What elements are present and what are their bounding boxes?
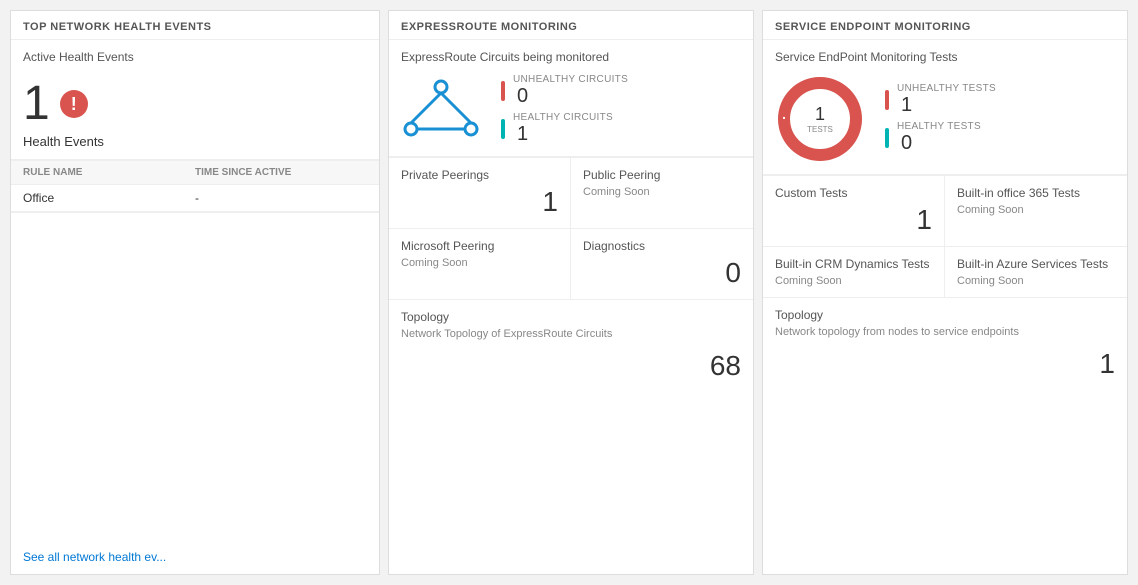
sem-topology[interactable]: Topology Network topology from nodes to …: [763, 298, 1127, 390]
healthy-circuits-label: HEALTHY CIRCUITS 1: [513, 112, 613, 146]
unhealthy-circuits-row: UNHEALTHY CIRCUITS 0: [501, 74, 628, 108]
sem-stats: UNHEALTHY TESTS 1 HEALTHY TESTS 0: [885, 83, 996, 155]
healthy-bar: [501, 119, 505, 139]
table-row: Office -: [11, 185, 379, 212]
er-topology[interactable]: Topology Network Topology of ExpressRout…: [389, 300, 753, 392]
health-label: Health Events: [23, 134, 367, 149]
time-since-active-header: TIME SINCE ACTIVE: [195, 167, 367, 178]
sem-custom-tests[interactable]: Custom Tests 1: [763, 176, 945, 247]
sem-grid: Custom Tests 1 Built-in office 365 Tests…: [763, 175, 1127, 390]
sem-section: Service EndPoint Monitoring Tests 1 TEST…: [763, 40, 1127, 175]
sem-office365-tests[interactable]: Built-in office 365 Tests Coming Soon: [945, 176, 1127, 247]
healthy-tests-stat: HEALTHY TESTS 0: [897, 121, 981, 155]
unhealthy-bar: [501, 81, 505, 101]
er-microsoft-peering[interactable]: Microsoft Peering Coming Soon: [389, 229, 571, 300]
health-events-section: Active Health Events 1 ! Health Events: [11, 40, 379, 160]
expressroute-section: ExpressRoute Circuits being monitored: [389, 40, 753, 157]
er-diagnostics[interactable]: Diagnostics 0: [571, 229, 753, 300]
rule-name-header: RULE NAME: [23, 167, 195, 178]
unhealthy-tests-row: UNHEALTHY TESTS 1: [885, 83, 996, 117]
healthy-tests-row: HEALTHY TESTS 0: [885, 121, 996, 155]
sem-subtitle: Service EndPoint Monitoring Tests: [775, 50, 1115, 64]
healthy-tests-bar: [885, 128, 889, 148]
unhealthy-circuits-label: UNHEALTHY CIRCUITS 0: [513, 74, 628, 108]
healthy-circuits-value: 1: [517, 123, 613, 146]
sem-azure-services-tests[interactable]: Built-in Azure Services Tests Coming Soo…: [945, 247, 1127, 298]
donut-chart: 1 TESTS: [775, 74, 865, 164]
unhealthy-tests-bar: [885, 90, 889, 110]
middle-panel-title: EXPRESSROUTE MONITORING: [389, 11, 753, 40]
rule-name-cell: Office: [23, 191, 195, 205]
health-events-subtitle: Active Health Events: [23, 50, 367, 64]
er-subtitle: ExpressRoute Circuits being monitored: [401, 50, 741, 64]
health-count-number: 1: [23, 80, 50, 128]
donut-center: 1 TESTS: [807, 104, 833, 134]
er-grid: Private Peerings 1 Public Peering Coming…: [389, 157, 753, 392]
error-icon: !: [60, 90, 88, 118]
healthy-tests-value: 0: [901, 132, 981, 155]
health-count-row: 1 !: [23, 80, 367, 128]
unhealthy-circuits-value: 0: [517, 85, 628, 108]
dashboard: TOP NETWORK HEALTH EVENTS Active Health …: [0, 0, 1138, 585]
table-header-row: RULE NAME TIME SINCE ACTIVE: [11, 160, 379, 185]
network-triangle-icon: [401, 79, 481, 139]
unhealthy-tests-stat: UNHEALTHY TESTS 1: [897, 83, 996, 117]
health-events-table: RULE NAME TIME SINCE ACTIVE Office -: [11, 160, 379, 213]
er-stats: UNHEALTHY CIRCUITS 0 HEALTHY CIRCUITS 1: [501, 74, 628, 146]
left-panel: TOP NETWORK HEALTH EVENTS Active Health …: [10, 10, 380, 575]
er-private-peerings[interactable]: Private Peerings 1: [389, 158, 571, 229]
time-since-active-cell: -: [195, 191, 367, 205]
left-panel-title: TOP NETWORK HEALTH EVENTS: [11, 11, 379, 40]
left-spacer: [11, 213, 379, 540]
right-panel-title: SERVICE ENDPOINT MONITORING: [763, 11, 1127, 40]
right-panel: SERVICE ENDPOINT MONITORING Service EndP…: [762, 10, 1128, 575]
er-monitor-row: UNHEALTHY CIRCUITS 0 HEALTHY CIRCUITS 1: [401, 74, 741, 146]
sem-monitor-row: 1 TESTS UNHEALTHY TESTS 1: [775, 74, 1115, 164]
healthy-circuits-row: HEALTHY CIRCUITS 1: [501, 112, 628, 146]
sem-crm-dynamics-tests[interactable]: Built-in CRM Dynamics Tests Coming Soon: [763, 247, 945, 298]
expressroute-icon: [401, 79, 481, 142]
see-all-link[interactable]: See all network health ev...: [11, 540, 379, 574]
er-public-peering[interactable]: Public Peering Coming Soon: [571, 158, 753, 229]
middle-panel: EXPRESSROUTE MONITORING ExpressRoute Cir…: [388, 10, 754, 575]
unhealthy-tests-value: 1: [901, 94, 996, 117]
